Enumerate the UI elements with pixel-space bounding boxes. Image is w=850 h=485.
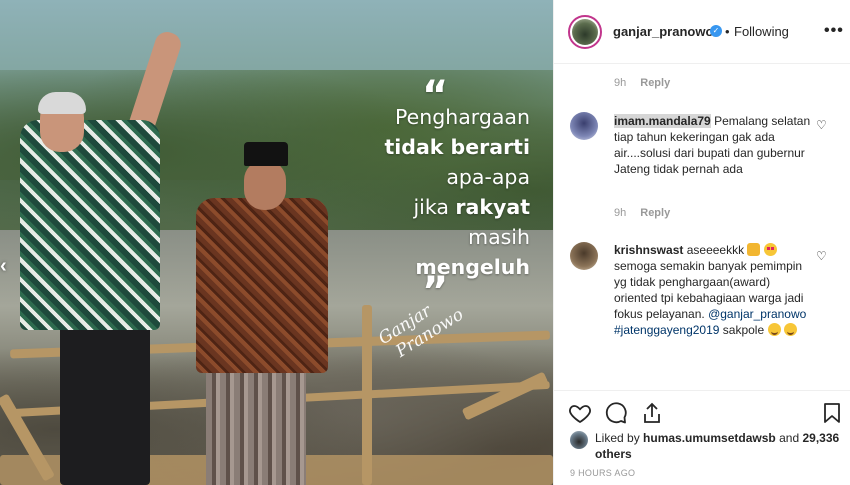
heart-eyes-emoji-icon (763, 243, 777, 256)
header-separator: • (725, 24, 730, 39)
commenter-avatar[interactable] (570, 112, 598, 140)
quote-text: “ Penghargaan tidak berarti apa-apa jika… (350, 76, 530, 312)
like-heart-icon[interactable] (568, 401, 592, 425)
quote-line-part: jika (413, 195, 456, 219)
share-upload-icon[interactable] (640, 401, 664, 425)
comment-meta: 9h Reply (614, 76, 670, 90)
quote-line: apa-apa (446, 165, 530, 189)
comment-time: 9h (614, 77, 627, 89)
quote-line-part: rakyat (455, 195, 530, 219)
more-options-icon[interactable]: ••• (824, 21, 844, 41)
comment-meta: 9h Reply (614, 206, 670, 220)
quote-line: jika rakyat (350, 192, 530, 222)
person-right-peci-cap (244, 142, 288, 166)
thumbs-up-emoji-icon (747, 243, 761, 256)
author-avatar-image (572, 19, 598, 45)
commenter-avatar[interactable] (570, 242, 598, 270)
verified-badge-icon: ✓ (710, 25, 722, 37)
comment-body: krishnswast aseeeekkk semoga semakin ban… (614, 242, 814, 338)
post-image[interactable]: “ Penghargaan tidak berarti apa-apa jika… (0, 0, 553, 485)
smile-emoji-icon (767, 323, 781, 336)
author-avatar[interactable] (568, 15, 602, 49)
like-comment-heart-icon[interactable]: ♡ (816, 250, 827, 262)
likes-joiner: and (779, 431, 800, 445)
person-right-head (244, 160, 286, 210)
person-right-batik-shirt (196, 198, 328, 373)
likes-summary: Liked by humas.umumsetdawsb and 29,336 o… (595, 430, 845, 462)
person-right-sarong (206, 365, 306, 485)
liker-username[interactable]: humas.umumsetdawsb (643, 431, 776, 445)
liker-avatar[interactable] (570, 431, 588, 449)
post-actions-bar (554, 390, 850, 430)
author-username[interactable]: ganjar_pranowo (613, 24, 713, 40)
comment-username[interactable]: imam.mandala79 (614, 114, 711, 128)
post-side-panel: ganjar_pranowo ✓ • Following ••• 9h Reply… (553, 0, 850, 485)
comment-time: 9h (614, 207, 627, 219)
likes-prefix: Liked by (595, 431, 640, 445)
person-left-batik-shirt (20, 120, 160, 330)
following-button[interactable]: Following (734, 24, 789, 40)
comment-body: imam.mandala79 Pemalang selatan tiap tah… (614, 113, 814, 177)
quote-open-mark: “ (422, 73, 449, 119)
smile-emoji-icon (783, 323, 797, 336)
mention-link[interactable]: @ganjar_pranowo (708, 307, 806, 321)
post-timestamp[interactable]: 9 HOURS AGO (570, 468, 635, 479)
quote-line: masih (468, 225, 530, 249)
reply-button[interactable]: Reply (640, 77, 670, 89)
comment-text: sakpole (722, 323, 765, 337)
post-header: ganjar_pranowo ✓ • Following ••• (554, 0, 850, 64)
hashtag-link[interactable]: #jatenggayeng2019 (614, 323, 719, 337)
comment-username[interactable]: krishnswast (614, 243, 683, 257)
quote-line: tidak berarti (384, 135, 530, 159)
comment-text: aseeeekkk (686, 243, 745, 257)
save-bookmark-icon[interactable] (820, 401, 844, 425)
prev-image-arrow-icon[interactable]: ‹ (0, 256, 7, 276)
reply-button[interactable]: Reply (640, 207, 670, 219)
comment-bubble-icon[interactable] (604, 401, 628, 425)
person-left-hair (38, 92, 86, 114)
like-comment-heart-icon[interactable]: ♡ (816, 119, 827, 131)
